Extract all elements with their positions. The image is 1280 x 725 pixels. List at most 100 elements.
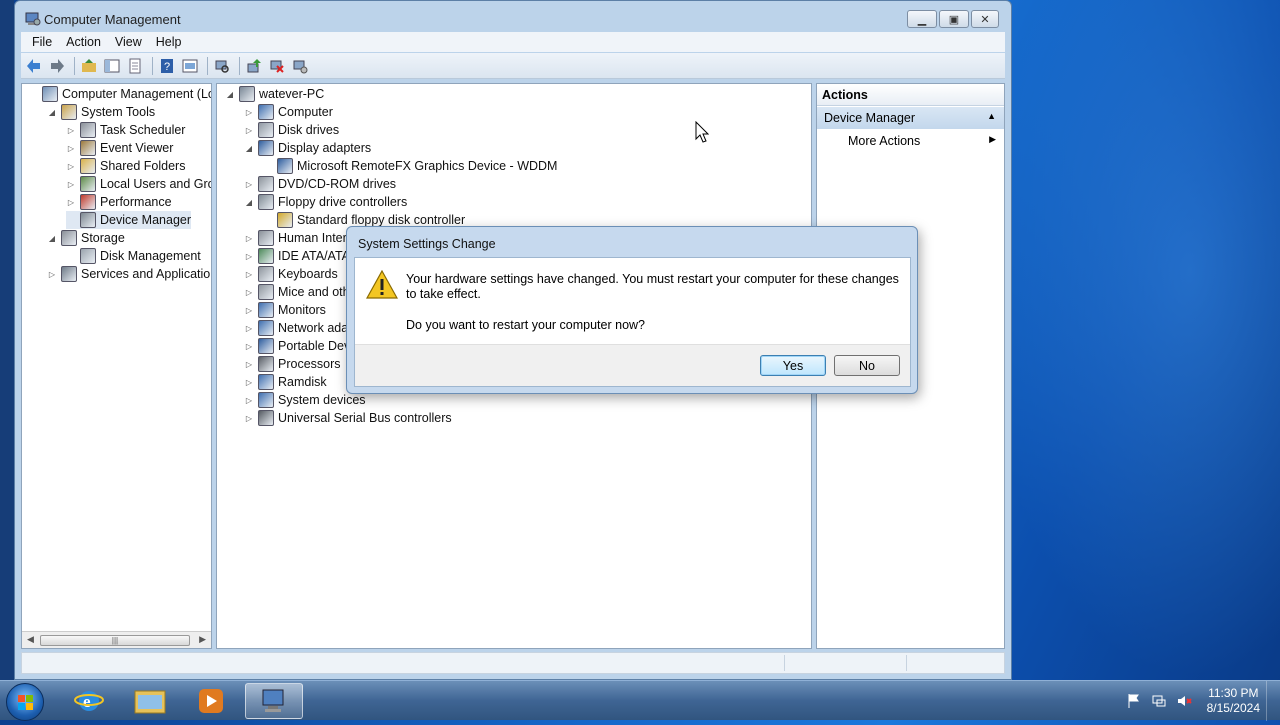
left_tree-row[interactable]: ▷ Task Scheduler — [66, 121, 185, 139]
device_tree-row[interactable]: ▷ Keyboards — [244, 265, 338, 283]
volume-muted-icon[interactable] — [1176, 693, 1192, 709]
collapse-arrow-icon[interactable]: ◢ — [225, 90, 235, 99]
expand-arrow-icon[interactable]: ▷ — [66, 162, 76, 171]
system-clock[interactable]: 11:30 PM 8/15/2024 — [1207, 686, 1260, 716]
status-divider — [784, 655, 785, 671]
collapse-arrow-icon[interactable]: ◢ — [244, 198, 254, 207]
device_tree-row[interactable]: ▷ DVD/CD-ROM drives — [244, 175, 396, 193]
device_tree-row[interactable]: ◢ Floppy drive controllers — [244, 193, 407, 211]
device_tree-row[interactable]: ▷ Monitors — [244, 301, 326, 319]
left_tree-row[interactable]: Device Manager — [66, 211, 192, 229]
device_tree-row[interactable]: ▷ Human Inter — [244, 229, 347, 247]
expand-arrow-icon[interactable]: ▷ — [47, 270, 57, 279]
expand-arrow-icon[interactable]: ▷ — [244, 342, 254, 351]
left_tree-row[interactable]: ◢ System Tools — [47, 103, 155, 121]
device_tree-row[interactable]: ▷ Universal Serial Bus controllers — [244, 409, 452, 427]
yes-button[interactable]: Yes — [760, 355, 826, 376]
left_tree-row[interactable]: Disk Management — [66, 247, 201, 265]
device_tree-row[interactable]: ▷ Ramdisk — [244, 373, 327, 391]
device_tree-row[interactable]: ◢ watever-PC — [225, 85, 324, 103]
dvd-drive-icon — [258, 176, 274, 192]
taskbar-internet-explorer[interactable]: e — [60, 683, 118, 719]
expand-arrow-icon[interactable]: ▷ — [244, 360, 254, 369]
menu-action[interactable]: Action — [59, 35, 108, 49]
expand-arrow-icon[interactable]: ▷ — [244, 270, 254, 279]
collapse-arrow-icon[interactable]: ◢ — [244, 144, 254, 153]
network-icon[interactable] — [1151, 693, 1167, 709]
disable-device-button[interactable] — [267, 56, 287, 76]
device_tree-row[interactable]: ▷ Computer — [244, 103, 333, 121]
device_tree-row[interactable]: ▷ Processors — [244, 355, 341, 373]
device_tree-row[interactable]: Microsoft RemoteFX Graphics Device - WDD… — [263, 157, 557, 175]
close-button[interactable]: ✕ — [971, 10, 999, 28]
disk-drive-icon — [258, 122, 274, 138]
help-button[interactable]: ? — [157, 56, 177, 76]
menu-view[interactable]: View — [108, 35, 149, 49]
horizontal-scrollbar[interactable]: ◀ ||| ▶ — [22, 631, 211, 648]
properties-button[interactable] — [125, 56, 145, 76]
menu-help[interactable]: Help — [149, 35, 189, 49]
taskbar-file-explorer[interactable] — [121, 683, 179, 719]
minimize-button[interactable]: ▁ — [907, 10, 937, 28]
device_tree-row[interactable]: ▷ IDE ATA/ATA — [244, 247, 350, 265]
left_tree-row[interactable]: ▷ Services and Applications — [47, 265, 211, 283]
system-settings-change-dialog: System Settings Change Your hardware set… — [346, 226, 918, 394]
expand-arrow-icon[interactable]: ▷ — [66, 144, 76, 153]
scroll-left-icon[interactable]: ◀ — [27, 634, 34, 645]
expand-arrow-icon[interactable]: ▷ — [244, 378, 254, 387]
device_tree-row[interactable]: ▷ Disk drives — [244, 121, 339, 139]
expand-arrow-icon[interactable]: ▷ — [244, 306, 254, 315]
expand-arrow-icon[interactable]: ▷ — [244, 288, 254, 297]
hid-icon — [258, 230, 274, 246]
left_tree-row[interactable]: ▷ Local Users and Groups — [66, 175, 211, 193]
left_tree-row[interactable]: Computer Management (Local — [28, 85, 211, 103]
back-button[interactable] — [24, 56, 44, 76]
collapse-arrow-icon[interactable]: ◢ — [47, 234, 57, 243]
start-button[interactable] — [6, 683, 44, 721]
collapse-up-icon[interactable]: ▲ — [987, 111, 996, 121]
ramdisk-icon — [258, 374, 274, 390]
expand-arrow-icon[interactable]: ▷ — [66, 180, 76, 189]
forward-button[interactable] — [47, 56, 67, 76]
expand-arrow-icon[interactable]: ▷ — [244, 414, 254, 423]
left_tree-row[interactable]: ▷ Shared Folders — [66, 157, 185, 175]
no-button[interactable]: No — [834, 355, 900, 376]
show-desktop-button[interactable] — [1266, 681, 1280, 721]
expand-arrow-icon[interactable]: ▷ — [244, 126, 254, 135]
menu-file[interactable]: File — [25, 35, 59, 49]
scan-hardware-button[interactable] — [212, 56, 232, 76]
expand-arrow-icon[interactable]: ▷ — [244, 324, 254, 333]
up-level-button[interactable] — [79, 56, 99, 76]
maximize-button[interactable]: ▣ — [939, 10, 969, 28]
expand-arrow-icon[interactable]: ▷ — [244, 252, 254, 261]
expand-arrow-icon[interactable]: ▷ — [244, 234, 254, 243]
action-center-flag-icon[interactable] — [1126, 693, 1142, 709]
expand-arrow-icon[interactable]: ▷ — [244, 108, 254, 117]
left_tree-row[interactable]: ▷ Performance — [66, 193, 172, 211]
device_tree-label: Ramdisk — [278, 375, 327, 389]
storage-icon — [61, 230, 77, 246]
device_tree-row[interactable]: ▷ Network ada — [244, 319, 348, 337]
more-actions-item[interactable]: More Actions ▶ — [817, 130, 1004, 152]
device_tree-row[interactable]: ▷ Portable Dev — [244, 337, 350, 355]
uninstall-device-button[interactable] — [290, 56, 310, 76]
device_tree-row[interactable]: ▷ System devices — [244, 391, 366, 409]
actions-device-manager[interactable]: Device Manager ▲ — [817, 107, 1004, 129]
scroll-right-icon[interactable]: ▶ — [199, 634, 206, 645]
device_tree-row[interactable]: ◢ Display adapters — [244, 139, 371, 157]
show-hide-tree-button[interactable] — [102, 56, 122, 76]
expand-arrow-icon[interactable]: ▷ — [244, 180, 254, 189]
left_tree-row[interactable]: ▷ Event Viewer — [66, 139, 173, 157]
taskbar-media-player[interactable] — [182, 683, 240, 719]
left_tree-row[interactable]: ◢ Storage — [47, 229, 125, 247]
update-driver-button[interactable] — [244, 56, 264, 76]
expand-arrow-icon[interactable]: ▷ — [66, 198, 76, 207]
expand-arrow-icon[interactable]: ▷ — [66, 126, 76, 135]
taskbar-computer-management[interactable] — [245, 683, 303, 719]
scrollbar-thumb[interactable]: ||| — [40, 635, 190, 646]
expand-arrow-icon[interactable]: ▷ — [244, 396, 254, 405]
view-button[interactable] — [180, 56, 200, 76]
device_tree-row[interactable]: ▷ Mice and oth — [244, 283, 350, 301]
collapse-arrow-icon[interactable]: ◢ — [47, 108, 57, 117]
pc-icon — [239, 86, 255, 102]
